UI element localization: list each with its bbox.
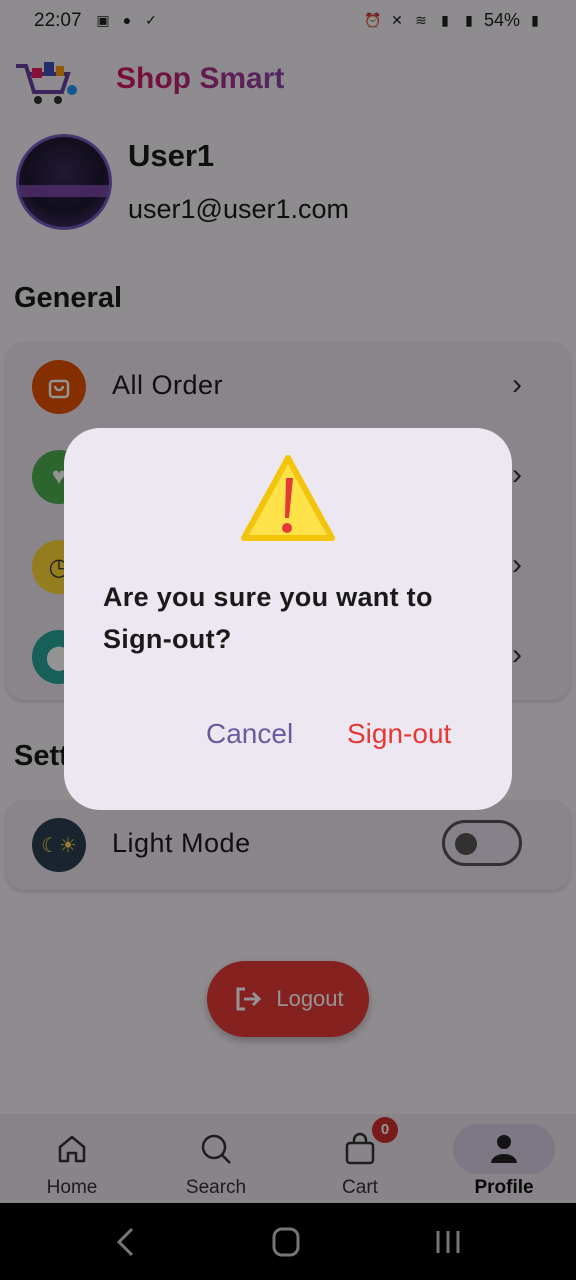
sign-out-dialog: Are you sure you want to Sign-out? Cance…	[64, 428, 512, 810]
confirm-sign-out-button[interactable]: Sign-out	[347, 718, 451, 750]
warning-icon	[241, 455, 335, 541]
dialog-message: Are you sure you want to Sign-out?	[103, 582, 433, 654]
cancel-button[interactable]: Cancel	[206, 718, 293, 750]
